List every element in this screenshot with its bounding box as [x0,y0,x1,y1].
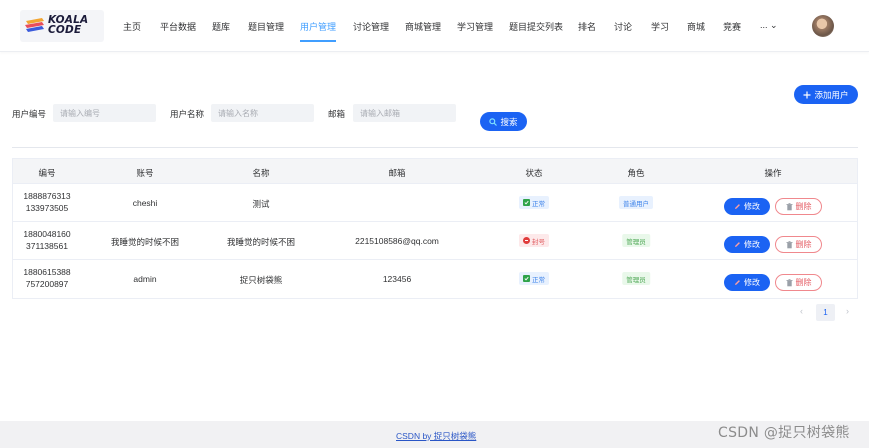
cell-account: 我睡觉的时候不困 [110,237,180,247]
pagination-next[interactable]: › [846,306,849,316]
nav-shop-manage[interactable]: 商城管理 [405,20,441,33]
add-user-button[interactable]: 添加用户 [794,85,858,104]
cell-id: 1888876313 133973505 [23,191,71,213]
active-tab-underline [300,40,336,42]
pagination-prev[interactable]: ‹ [800,306,803,316]
username-label: 用户名称 [170,109,205,119]
nav-submission-list[interactable]: 题目提交列表 [509,20,563,33]
delete-button[interactable]: 删除 [775,236,822,253]
edit-button[interactable]: 修改 [724,198,770,215]
koala-code-logo[interactable]: KOALA CODE [20,10,104,42]
user-id-label: 用户编号 [12,109,47,119]
cell-email: 123456 [382,274,412,284]
cell-name: 捉只树袋熊 [239,275,283,285]
nav-contest[interactable]: 竞赛 [723,20,741,33]
status-badge: 正常 [519,196,549,209]
csdn-watermark: CSDN @捉只树袋熊 [718,425,850,441]
col-header-role: 角色 [627,168,645,178]
edit-button[interactable]: 修改 [724,236,770,253]
status-badge: 封号 [519,234,549,247]
user-avatar[interactable] [812,15,834,37]
user-id-input[interactable]: 请输入编号 [53,104,156,122]
trash-icon [786,278,792,286]
section-divider [12,147,858,148]
nav-study-manage[interactable]: 学习管理 [457,20,493,33]
role-badge: 普通用户 [619,196,653,209]
pagination-page-1[interactable]: 1 [816,304,835,321]
cell-id: 1880048160 371138561 [23,229,71,251]
nav-user-manage[interactable]: 用户管理 [300,20,336,33]
search-label: 搜索 [500,116,518,127]
nav-discussion[interactable]: 讨论 [614,20,632,33]
cell-id: 1880615388 757200897 [23,267,71,289]
cell-email: 2215108586@qq.com [355,236,439,246]
delete-button[interactable]: 删除 [775,198,822,215]
nav-more[interactable]: ... ⌄ [760,20,778,31]
col-header-email: 邮箱 [388,168,406,178]
col-header-actions: 操作 [764,168,782,178]
nav-discussion-manage[interactable]: 讨论管理 [353,20,389,33]
logo-stripes-icon [25,18,44,32]
plus-icon [803,91,811,98]
table-row: 1880615388 757200897 admin 捉只树袋熊 123456 正… [13,260,857,298]
nav-platform-data[interactable]: 平台数据 [160,20,196,33]
cell-name: 测试 [252,199,270,209]
pencil-icon [735,204,740,209]
trash-icon [786,202,792,210]
delete-button[interactable]: 删除 [775,274,822,291]
col-header-status: 状态 [525,168,543,178]
pencil-icon [735,280,740,285]
table-row: 1880048160 371138561 我睡觉的时候不困 我睡觉的时候不困 22… [13,222,857,260]
nav-problem-bank[interactable]: 题库 [212,20,230,33]
col-header-name: 名称 [252,168,270,178]
top-navbar: KOALA CODE 主页 平台数据 题库 题目管理 用户管理 讨论管理 商城管理 学习管理 题… [0,0,869,52]
pencil-icon [735,242,740,247]
email-input[interactable]: 请输入邮箱 [353,104,456,122]
user-table: 编号 账号 名称 邮箱 状态 角色 操作 1888876313 133973505… [12,158,858,299]
logo-text: KOALA CODE [48,14,89,36]
ban-icon [523,237,530,244]
col-header-account: 账号 [136,168,154,178]
role-badge: 管理员 [622,272,650,285]
nav-study[interactable]: 学习 [651,20,669,33]
col-header-id: 编号 [38,168,56,178]
add-user-label: 添加用户 [814,89,849,100]
search-icon [489,117,498,126]
nav-home[interactable]: 主页 [123,20,141,33]
nav-ranking[interactable]: 排名 [578,20,596,33]
cell-account: cheshi [132,198,158,208]
table-header: 编号 账号 名称 邮箱 状态 角色 操作 [13,159,857,184]
search-button[interactable]: 搜索 [480,112,527,131]
status-badge: 正常 [519,272,549,285]
check-icon [523,199,530,206]
cell-name: 我睡觉的时候不困 [226,237,296,247]
role-badge: 管理员 [622,234,650,247]
edit-button[interactable]: 修改 [724,274,770,291]
table-row: 1888876313 133973505 cheshi 测试 正常 普通用户 修改… [13,184,857,222]
check-icon [523,275,530,282]
nav-shop[interactable]: 商城 [687,20,705,33]
nav-problem-manage[interactable]: 题目管理 [248,20,284,33]
username-input[interactable]: 请输入名称 [211,104,314,122]
email-label: 邮箱 [328,109,346,119]
trash-icon [786,240,792,248]
footer-link[interactable]: CSDN by 捉只树袋熊 [396,430,476,442]
cell-account: admin [133,274,157,284]
